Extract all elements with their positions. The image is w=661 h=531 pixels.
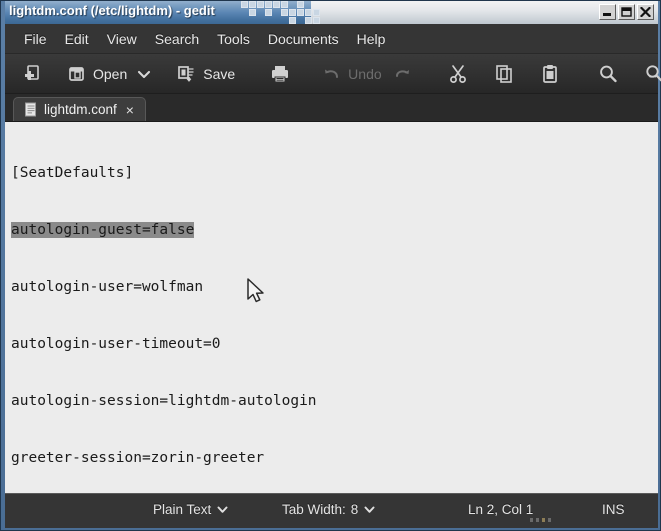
tab-lightdm-conf[interactable]: lightdm.conf × — [13, 97, 146, 121]
menu-bar: File Edit View Search Tools Documents He… — [5, 24, 658, 54]
window-controls — [599, 4, 654, 20]
close-icon — [640, 7, 651, 17]
line-content: autologin-user-timeout=0 — [11, 336, 221, 352]
window-frame: lightdm.conf (/etc/lightdm) - gedit — [0, 0, 661, 531]
cut-button[interactable] — [440, 59, 476, 89]
insert-mode-indicator: INS — [602, 502, 625, 517]
title-decoration — [241, 1, 341, 24]
find-button[interactable] — [590, 59, 626, 89]
chevron-down-icon — [216, 503, 229, 516]
save-label: Save — [203, 66, 235, 82]
copy-button[interactable] — [486, 59, 522, 89]
window-title: lightdm.conf (/etc/lightdm) - gedit — [9, 3, 215, 18]
title-bar[interactable]: lightdm.conf (/etc/lightdm) - gedit — [5, 1, 658, 24]
redo-icon — [391, 63, 413, 85]
status-bar: Plain Text Tab Width: 8 Ln 2, Col 1 INS — [5, 493, 658, 528]
text-line: greeter-session=zorin-greeter — [11, 449, 317, 468]
tab-width-label: Tab Width: — [282, 502, 346, 517]
find-replace-button[interactable] — [636, 59, 661, 89]
chevron-down-icon — [363, 503, 376, 516]
open-button[interactable]: Open — [59, 59, 134, 89]
maximize-icon — [621, 7, 632, 17]
tab-close-button[interactable]: × — [126, 103, 134, 117]
document-text: [SeatDefaults] autologin-guest=false aut… — [11, 126, 317, 493]
paste-icon — [539, 63, 561, 85]
tab-width-value: 8 — [351, 502, 359, 517]
undo-icon — [321, 63, 343, 85]
menu-item-search[interactable]: Search — [146, 28, 208, 50]
tab-bar: lightdm.conf × — [5, 94, 658, 121]
line-content: autologin-session=lightdm-autologin — [11, 393, 317, 409]
line-content: greeter-session=zorin-greeter — [11, 450, 264, 466]
new-document-button[interactable] — [13, 59, 49, 89]
language-selector[interactable]: Plain Text — [153, 502, 229, 517]
menu-item-edit[interactable]: Edit — [56, 28, 98, 50]
tab-width-selector[interactable]: Tab Width: 8 — [282, 502, 376, 517]
close-button[interactable] — [637, 4, 654, 20]
menu-item-file[interactable]: File — [15, 28, 56, 50]
window-inner: lightdm.conf (/etc/lightdm) - gedit — [5, 1, 658, 528]
chevron-down-icon — [136, 66, 152, 82]
document-icon — [24, 102, 38, 117]
save-button[interactable]: Save — [169, 59, 242, 89]
language-label: Plain Text — [153, 502, 211, 517]
new-document-icon — [20, 63, 42, 85]
cut-icon — [447, 63, 469, 85]
text-line: autologin-session=lightdm-autologin — [11, 392, 317, 411]
toolbar: Open Save — [5, 54, 658, 94]
print-icon — [269, 63, 291, 85]
undo-button[interactable]: Undo — [314, 59, 388, 89]
save-icon — [176, 63, 198, 85]
paste-button[interactable] — [532, 59, 568, 89]
line-content: [SeatDefaults] — [11, 165, 133, 181]
minimize-button[interactable] — [599, 4, 616, 20]
open-label: Open — [93, 66, 127, 82]
menu-item-help[interactable]: Help — [348, 28, 395, 50]
menu-item-tools[interactable]: Tools — [208, 28, 259, 50]
text-line-selected: autologin-guest=false — [11, 221, 317, 240]
tab-label: lightdm.conf — [44, 102, 117, 117]
line-content-selected: autologin-guest=false — [11, 222, 194, 238]
find-icon — [597, 63, 619, 85]
status-scroll-marks — [530, 518, 640, 522]
cursor-position: Ln 2, Col 1 — [468, 502, 533, 517]
open-folder-icon — [66, 63, 88, 85]
text-editor-area[interactable]: [SeatDefaults] autologin-guest=false aut… — [5, 121, 658, 493]
line-content: autologin-user=wolfman — [11, 279, 203, 295]
text-line: [SeatDefaults] — [11, 164, 317, 183]
undo-label: Undo — [348, 66, 381, 82]
redo-button[interactable] — [389, 59, 420, 89]
menu-item-documents[interactable]: Documents — [259, 28, 348, 50]
text-line: autologin-user-timeout=0 — [11, 335, 317, 354]
maximize-button[interactable] — [618, 4, 635, 20]
minimize-icon — [602, 7, 613, 17]
find-replace-icon — [643, 63, 661, 85]
print-button[interactable] — [262, 59, 298, 89]
copy-icon — [493, 63, 515, 85]
text-line: autologin-user=wolfman — [11, 278, 317, 297]
open-dropdown-button[interactable] — [134, 59, 159, 89]
menu-item-view[interactable]: View — [98, 28, 146, 50]
